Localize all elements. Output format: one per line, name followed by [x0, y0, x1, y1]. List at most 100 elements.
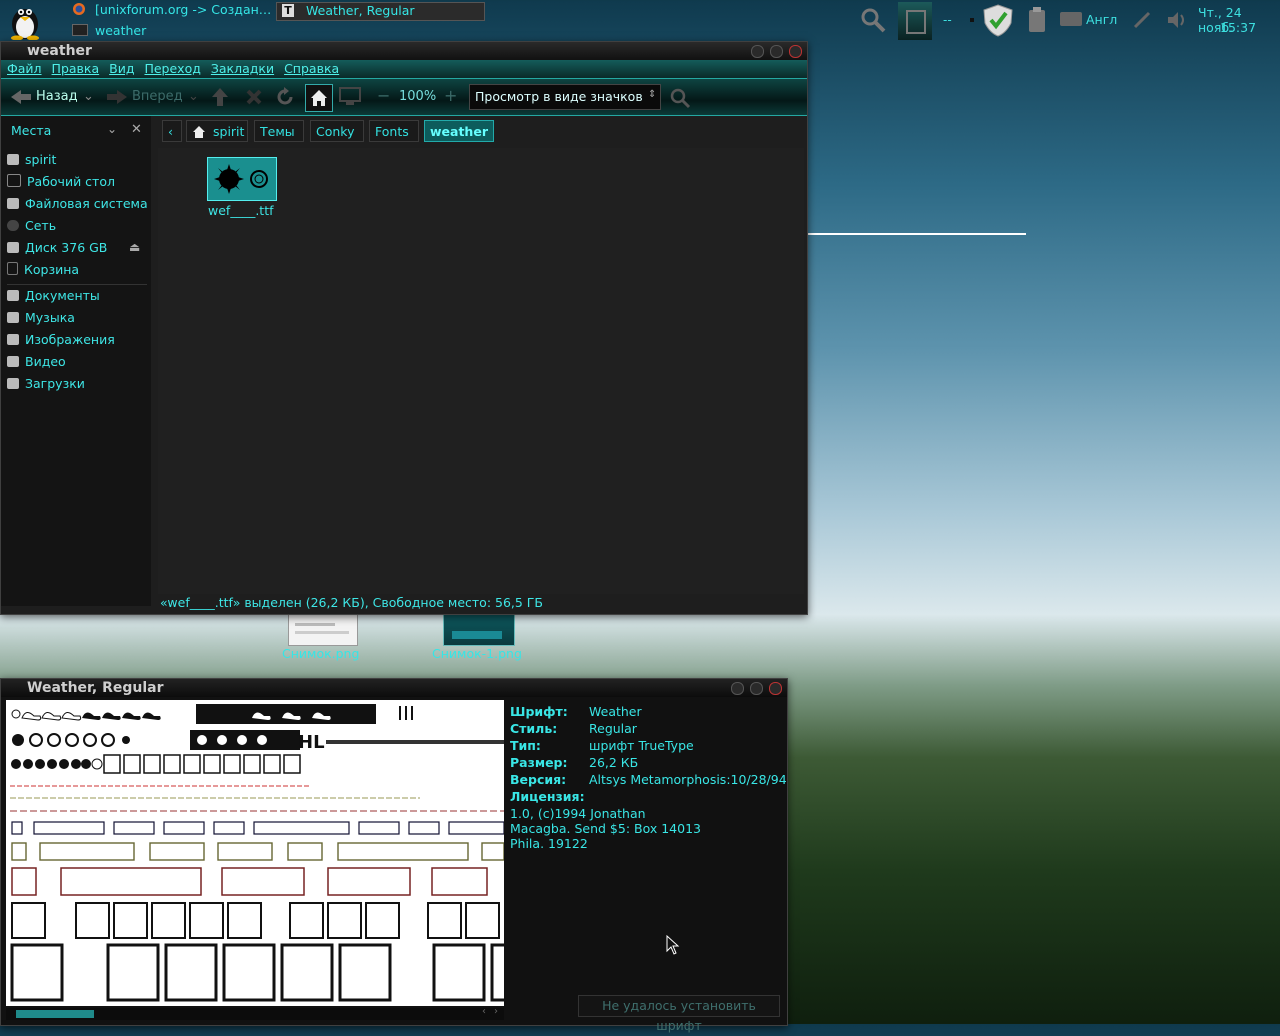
sidebar-item-videos[interactable]: Видео — [7, 354, 66, 369]
desktop-icon-label[interactable]: Снимок-1.png — [432, 646, 522, 661]
task-font-viewer[interactable]: T Weather, Regular — [276, 2, 485, 21]
maximize-button[interactable] — [750, 682, 763, 695]
breadcrumb-themes[interactable]: Темы — [254, 120, 304, 142]
breadcrumb-conky[interactable]: Conky — [310, 120, 364, 142]
sidebar-item-disk[interactable]: Диск 376 GB — [7, 240, 107, 255]
close-button[interactable] — [769, 682, 782, 695]
file-name[interactable]: wef____.ttf — [208, 203, 274, 218]
shield-check-icon[interactable] — [982, 3, 1014, 37]
sidebar-item-documents[interactable]: Документы — [7, 288, 100, 303]
chevron-down-icon[interactable]: ⌄ — [107, 122, 117, 136]
computer-icon[interactable] — [339, 87, 361, 107]
sidebar-item-label: Файловая система — [25, 196, 148, 211]
workspace-switcher[interactable] — [898, 2, 932, 40]
volume-icon[interactable] — [1166, 10, 1188, 30]
menu-edit[interactable]: Правка — [52, 60, 100, 78]
sidebar-item-label: Диск 376 GB — [25, 240, 108, 255]
window-titlebar[interactable]: Weather, Regular — [1, 679, 787, 697]
tray-dot-icon — [970, 18, 974, 22]
font-icon: T — [282, 4, 294, 17]
search-icon[interactable] — [669, 87, 691, 109]
menu-file[interactable]: Файл — [7, 60, 42, 78]
screenshot-thumbnail-1[interactable] — [288, 612, 358, 646]
scroll-left-icon[interactable]: ‹ — [482, 1006, 486, 1017]
close-sidebar-icon[interactable]: ✕ — [131, 122, 142, 137]
window-icon — [906, 10, 926, 34]
keyboard-layout[interactable]: Англ — [1086, 12, 1117, 27]
install-font-button[interactable]: Не удалось установить шрифт — [578, 995, 780, 1033]
info-size-value: 26,2 КБ — [589, 755, 639, 770]
back-arrow-icon — [11, 90, 31, 104]
sidebar-item-music[interactable]: Музыка — [7, 310, 75, 325]
info-style-value: Regular — [589, 721, 637, 736]
desktop-icon-label[interactable]: Снимок.png — [282, 646, 359, 661]
scroll-right-icon[interactable]: › — [494, 1006, 498, 1017]
menu-bookmarks[interactable]: Закладки — [211, 60, 274, 78]
zoom-out-button[interactable]: − — [377, 86, 390, 105]
forward-dropdown-icon[interactable]: ⌄ — [188, 89, 199, 104]
pen-icon[interactable] — [1132, 10, 1152, 30]
horizontal-scrollbar[interactable]: ‹ › — [6, 1006, 504, 1020]
home-button[interactable] — [305, 84, 333, 112]
breadcrumb-spirit[interactable]: spirit — [186, 120, 248, 142]
task-file-manager[interactable]: weather — [95, 23, 146, 38]
menubar: Файл Правка Вид Переход Закладки Справка — [1, 60, 807, 78]
minimize-button[interactable] — [751, 45, 764, 58]
status-bar: «wef____.ttf» выделен (26,2 КБ), Свободн… — [160, 595, 544, 610]
scrollbar-thumb[interactable] — [16, 1010, 94, 1018]
sidebar-item-desktop[interactable]: Рабочий стол — [7, 174, 115, 189]
breadcrumb-weather[interactable]: weather — [424, 120, 494, 142]
font-preview[interactable]: HL — [6, 700, 504, 1006]
sidebar-header[interactable]: Места — [11, 123, 51, 138]
sidebar-item-label: Рабочий стол — [27, 174, 115, 189]
menu-go[interactable]: Переход — [144, 60, 200, 78]
info-version-value: Altsys Metamorphosis:10/28/94 — [589, 772, 787, 787]
folder-icon — [7, 290, 19, 301]
clipboard-icon[interactable] — [1027, 6, 1047, 34]
info-type-value: шрифт TrueType — [589, 738, 694, 753]
thumb-bar — [452, 631, 502, 639]
up-arrow-icon[interactable] — [211, 87, 229, 107]
file-area[interactable]: wef____.ttf — [158, 148, 804, 594]
back-button[interactable]: Назад — [36, 89, 78, 104]
drive-icon — [7, 242, 19, 253]
sidebar-item-label: Изображения — [25, 332, 115, 347]
menu-view[interactable]: Вид — [109, 60, 134, 78]
sidebar-item-network[interactable]: Сеть — [7, 218, 56, 233]
view-mode-select[interactable]: Просмотр в виде значков ⇕ — [469, 84, 661, 110]
home-icon — [311, 90, 327, 106]
search-icon[interactable] — [860, 7, 886, 33]
clock-time[interactable]: 15:37 — [1220, 20, 1256, 35]
trash-icon — [7, 262, 18, 275]
breadcrumb-back-icon[interactable]: ‹ — [162, 120, 182, 142]
keyboard-icon[interactable] — [1060, 12, 1082, 26]
sidebar-item-trash[interactable]: Корзина — [7, 262, 79, 277]
close-button[interactable] — [789, 45, 802, 58]
sidebar-item-label: Музыка — [25, 310, 75, 325]
info-style-key: Стиль: — [510, 721, 558, 736]
toolbar: Назад ⌄ Вперед ⌄ − 100% + Просмотр в вид… — [1, 78, 807, 116]
forward-button[interactable]: Вперед — [132, 89, 183, 104]
sidebar-item-downloads[interactable]: Загрузки — [7, 376, 85, 391]
breadcrumb-fonts[interactable]: Fonts — [369, 120, 419, 142]
folder-icon — [7, 378, 19, 389]
back-dropdown-icon[interactable]: ⌄ — [83, 89, 94, 104]
tray-dash: -- — [943, 13, 952, 27]
reload-icon[interactable] — [275, 87, 295, 107]
info-font-key: Шрифт: — [510, 704, 568, 719]
sidebar-item-filesystem[interactable]: Файловая система — [7, 196, 148, 211]
sidebar-item-spirit[interactable]: spirit — [7, 152, 56, 167]
tux-menu-icon[interactable] — [6, 0, 44, 40]
window-titlebar[interactable]: weather — [1, 42, 807, 60]
thumb-line — [295, 623, 335, 626]
stop-icon[interactable] — [245, 88, 263, 106]
sidebar-item-pictures[interactable]: Изображения — [7, 332, 115, 347]
screenshot-thumbnail-2[interactable] — [443, 612, 515, 646]
minimize-button[interactable] — [731, 682, 744, 695]
font-file-thumbnail[interactable] — [207, 157, 277, 201]
zoom-in-button[interactable]: + — [444, 86, 457, 105]
maximize-button[interactable] — [770, 45, 783, 58]
eject-icon[interactable]: ⏏ — [129, 240, 140, 254]
task-firefox[interactable]: [unixforum.org -> Создан… — [95, 2, 271, 17]
menu-help[interactable]: Справка — [284, 60, 339, 78]
